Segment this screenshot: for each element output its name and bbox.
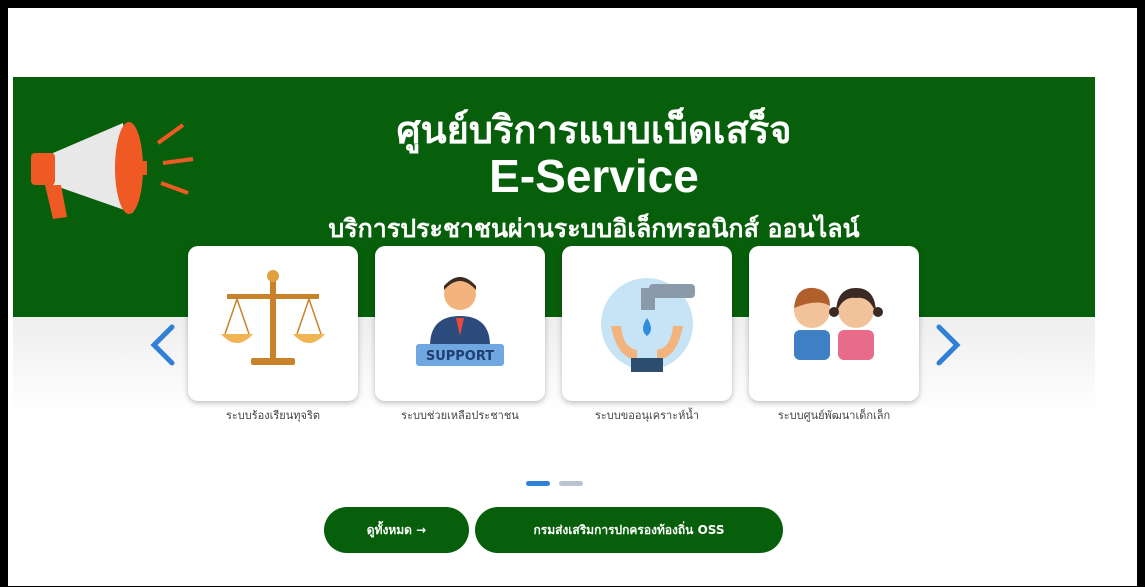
next-arrow-icon[interactable] <box>933 323 963 367</box>
banner-subtitle: บริการประชาชนผ่านระบบอิเล็กทรอนิกส์ ออนไ… <box>328 214 860 243</box>
children-icon <box>794 287 883 360</box>
support-agent-icon: SUPPORT <box>416 277 504 366</box>
scales-icon <box>221 270 325 365</box>
view-all-button[interactable]: ดูทั้งหมด → <box>324 507 469 553</box>
carousel-dot-1[interactable] <box>526 481 550 486</box>
oss-button[interactable]: กรมส่งเสริมการปกครองท้องถิ่น OSS <box>475 507 783 553</box>
service-card-support[interactable]: SUPPORT <box>375 246 545 401</box>
service-label-complaint[interactable]: ระบบร้องเรียนทุจริต <box>173 406 373 426</box>
service-card-water[interactable] <box>562 246 732 401</box>
support-badge: SUPPORT <box>426 349 494 364</box>
page-frame: ศูนย์บริการแบบเบ็ดเสร็จ E-Service บริการ… <box>8 8 1137 586</box>
banner-eservice-title: E-Service <box>489 150 699 202</box>
water-tap-icon <box>601 278 695 372</box>
service-card-complaint[interactable] <box>188 246 358 401</box>
service-label-support[interactable]: ระบบช่วยเหลือประชาชน <box>400 406 520 426</box>
prev-arrow-icon[interactable] <box>148 323 178 367</box>
carousel-dot-2[interactable] <box>559 481 583 486</box>
hero-banner: ศูนย์บริการแบบเบ็ดเสร็จ E-Service บริการ… <box>13 77 1095 317</box>
service-label-water[interactable]: ระบบขออนุเคราะห์น้ำ <box>547 406 747 426</box>
service-label-childcare[interactable]: ระบบศูนย์พัฒนาเด็กเล็ก <box>734 406 934 426</box>
service-card-childcare[interactable] <box>749 246 919 401</box>
